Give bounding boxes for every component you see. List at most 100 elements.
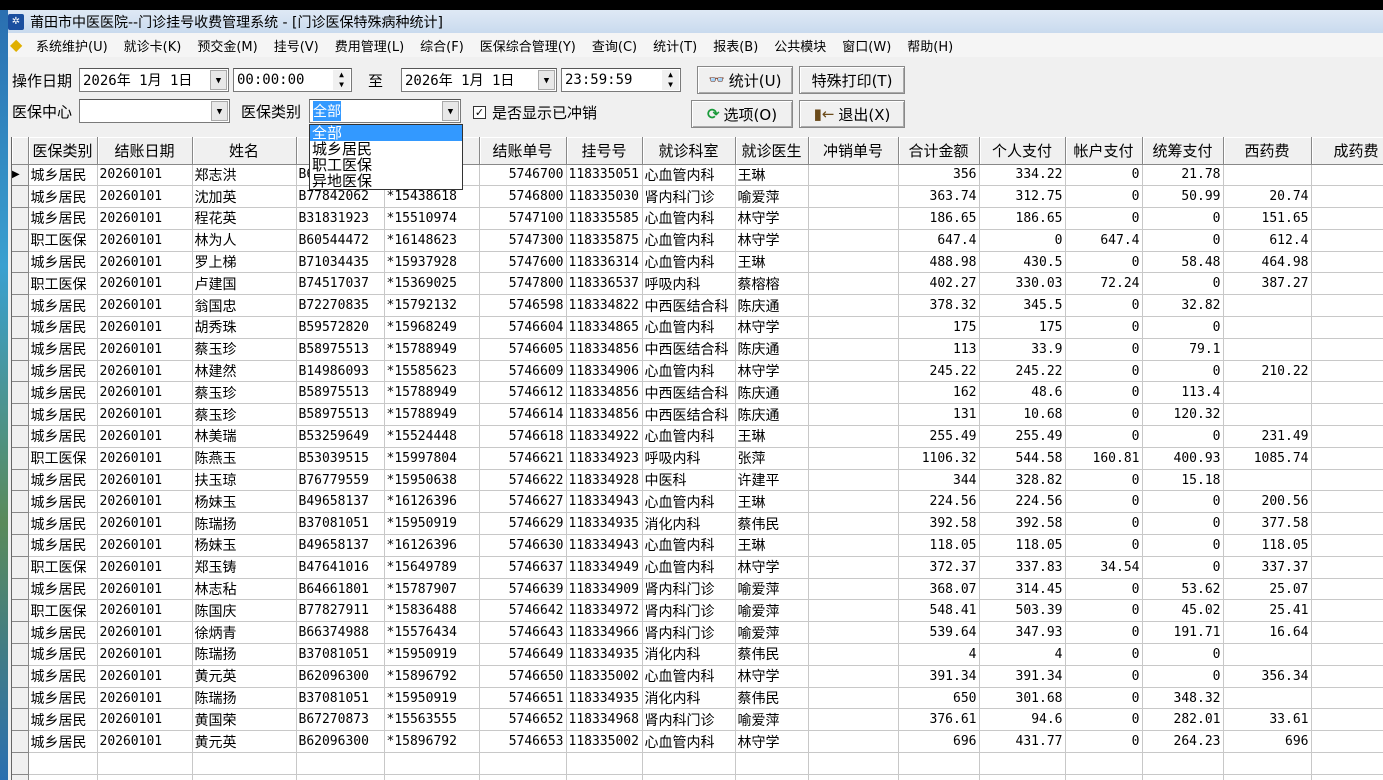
menu-item[interactable]: 预交金(M)	[189, 36, 265, 55]
spinner-icon[interactable]: ▲ ▼	[333, 70, 350, 90]
table-row[interactable]: 城乡居民 20260101 杨妹玉 B49658137 *16126396 5746630…	[12, 534, 1383, 557]
table-row[interactable]: 城乡居民 20260101 程花英 B31831923 *15510974 5747100…	[12, 207, 1383, 230]
row-selector[interactable]	[12, 708, 29, 732]
column-header[interactable]: 个人支付	[979, 137, 1066, 165]
column-header[interactable]: 就诊医生	[735, 137, 809, 165]
start-time-input[interactable]: 00:00:00 ▲ ▼	[233, 68, 352, 92]
column-header[interactable]: 统筹支付	[1142, 137, 1224, 165]
row-selector[interactable]	[12, 272, 29, 296]
menu-item[interactable]: 就诊卡(K)	[116, 36, 190, 55]
dropdown-option[interactable]: 全部	[310, 125, 462, 141]
row-selector[interactable]	[12, 643, 29, 666]
row-selector[interactable]	[12, 360, 29, 383]
table-row[interactable]: 职工医保 20260101 林为人 B60544472 *16148623 5747300…	[12, 229, 1383, 252]
row-selector[interactable]	[12, 316, 29, 339]
row-selector[interactable]	[12, 752, 29, 775]
row-selector[interactable]	[12, 469, 29, 492]
column-header[interactable]: 姓名	[192, 137, 297, 165]
end-time-input[interactable]: 23:59:59 ▲ ▼	[561, 68, 681, 92]
row-selector[interactable]	[12, 447, 29, 470]
menu-item[interactable]: 统计(T)	[645, 36, 705, 55]
table-row[interactable]: 城乡居民 20260101 翁国忠 B72270835 *15792132 5746598…	[12, 294, 1383, 318]
menu-item[interactable]: 报表(B)	[705, 36, 766, 55]
column-header[interactable]: 结账单号	[479, 137, 567, 165]
chevron-down-icon[interactable]: ▼	[210, 70, 227, 90]
menu-item[interactable]: 医保综合管理(Y)	[472, 36, 584, 55]
column-header[interactable]: 西药费	[1223, 137, 1312, 165]
start-date-picker[interactable]: 2026年 1月 1日 ▼	[79, 68, 229, 92]
options-button[interactable]: ⟳ 选项(O)	[691, 100, 793, 128]
table-row[interactable]: 城乡居民 20260101 黄国荣 B67270873 *15563555 5746652…	[12, 708, 1383, 732]
menu-item[interactable]: 窗口(W)	[834, 36, 899, 55]
insurance-center-select[interactable]: ▼	[79, 99, 230, 123]
row-selector[interactable]	[12, 403, 29, 427]
table-row[interactable]: 城乡居民 20260101 蔡玉珍 B58975513 *15788949 5746605…	[12, 338, 1383, 361]
column-header[interactable]: 挂号号	[566, 137, 643, 165]
column-header[interactable]: 合计金额	[898, 137, 980, 165]
total-row[interactable]: 合计	[12, 774, 1383, 780]
row-selector[interactable]	[12, 185, 29, 209]
row-selector[interactable]	[12, 599, 29, 623]
dropdown-option[interactable]: 职工医保	[310, 157, 462, 173]
dropdown-option[interactable]: 异地医保	[310, 173, 462, 189]
row-selector[interactable]	[12, 774, 29, 780]
checkbox-checked-icon[interactable]: ✓	[473, 106, 486, 119]
row-selector[interactable]	[12, 556, 29, 579]
column-header[interactable]: 就诊科室	[642, 137, 736, 165]
end-date-picker[interactable]: 2026年 1月 1日 ▼	[401, 68, 557, 92]
table-row[interactable]: ▶ 城乡居民 20260101 郑志洪 B6 5746700 118335051 心血管内科王…	[12, 164, 1383, 187]
chevron-down-icon[interactable]: ▼	[538, 70, 555, 90]
column-header[interactable]: 结账日期	[97, 137, 193, 165]
table-row[interactable]: 城乡居民 20260101 黄元英 B62096300 *15896792 5746653…	[12, 730, 1383, 754]
exit-button[interactable]: ▮← 退出(X)	[799, 100, 905, 128]
menu-item[interactable]: 帮助(H)	[899, 36, 961, 55]
row-selector[interactable]	[12, 490, 29, 514]
table-row[interactable]: 职工医保 20260101 卢建国 B74517037 *15369025 5747800…	[12, 272, 1383, 296]
mdi-child-icon[interactable]: ◆	[10, 36, 28, 54]
row-selector[interactable]	[12, 512, 29, 536]
row-selector[interactable]	[12, 621, 29, 645]
table-row[interactable]: 城乡居民 20260101 蔡玉珍 B58975513 *15788949 5746612…	[12, 381, 1383, 405]
empty-row[interactable]	[12, 752, 1383, 775]
menu-item[interactable]: 系统维护(U)	[28, 36, 116, 55]
table-row[interactable]: 城乡居民 20260101 林建然 B14986093 *15585623 5746609…	[12, 360, 1383, 383]
table-row[interactable]: 城乡居民 20260101 林志秥 B64661801 *15787907 5746639…	[12, 578, 1383, 601]
row-selector[interactable]	[12, 207, 29, 230]
row-selector[interactable]	[12, 687, 29, 710]
row-selector[interactable]	[12, 425, 29, 448]
menu-item[interactable]: 公共模块	[766, 36, 834, 55]
table-row[interactable]: 城乡居民 20260101 陈瑞扬 B37081051 *15950919 5746629…	[12, 512, 1383, 536]
show-reversed-checkbox[interactable]: ✓ 是否显示已冲销	[473, 102, 597, 123]
table-row[interactable]: 城乡居民 20260101 罗上梯 B71034435 *15937928 5747600…	[12, 251, 1383, 274]
table-row[interactable]: 城乡居民 20260101 陈瑞扬 B37081051 *15950919 5746649…	[12, 643, 1383, 666]
special-print-button[interactable]: 特殊打印(T)	[799, 66, 905, 94]
row-selector[interactable]	[12, 578, 29, 601]
row-selector[interactable]	[12, 730, 29, 754]
table-row[interactable]: 城乡居民 20260101 沈加英 B77842062 *15438618 5746800…	[12, 185, 1383, 209]
table-row[interactable]: 城乡居民 20260101 陈瑞扬 B37081051 *15950919 5746651…	[12, 687, 1383, 710]
row-selector[interactable]	[12, 229, 29, 252]
current-row-indicator-icon[interactable]: ▶	[12, 164, 29, 187]
menu-item[interactable]: 挂号(V)	[266, 36, 327, 55]
chevron-down-icon[interactable]: ▼	[211, 101, 228, 121]
stats-button[interactable]: 👓 统计(U)	[697, 66, 793, 94]
table-row[interactable]: 城乡居民 20260101 胡秀珠 B59572820 *15968249 5746604…	[12, 316, 1383, 339]
spinner-icon[interactable]: ▲ ▼	[662, 70, 679, 90]
table-row[interactable]: 城乡居民 20260101 黄元英 B62096300 *15896792 5746650…	[12, 665, 1383, 688]
row-selector[interactable]	[12, 381, 29, 405]
table-row[interactable]: 城乡居民 20260101 林美瑞 B53259649 *15524448 5746618…	[12, 425, 1383, 448]
row-selector[interactable]	[12, 534, 29, 557]
chevron-down-icon[interactable]: ▼	[442, 101, 459, 121]
column-header[interactable]: 冲销单号	[808, 137, 899, 165]
column-header[interactable]: 成药费	[1311, 137, 1383, 165]
table-row[interactable]: 城乡居民 20260101 杨妹玉 B49658137 *16126396 5746627…	[12, 490, 1383, 514]
menu-item[interactable]: 查询(C)	[584, 36, 645, 55]
insurance-type-select[interactable]: 全部 ▼	[309, 99, 461, 123]
table-row[interactable]: 城乡居民 20260101 蔡玉珍 B58975513 *15788949 5746614…	[12, 403, 1383, 427]
menu-item[interactable]: 综合(F)	[412, 36, 472, 55]
dropdown-option[interactable]: 城乡居民	[310, 141, 462, 157]
row-selector[interactable]	[12, 251, 29, 274]
row-selector[interactable]	[12, 294, 29, 318]
column-header[interactable]: 帐户支付	[1065, 137, 1143, 165]
table-row[interactable]: 职工医保 20260101 陈燕玉 B53039515 *15997804 5746621…	[12, 447, 1383, 470]
